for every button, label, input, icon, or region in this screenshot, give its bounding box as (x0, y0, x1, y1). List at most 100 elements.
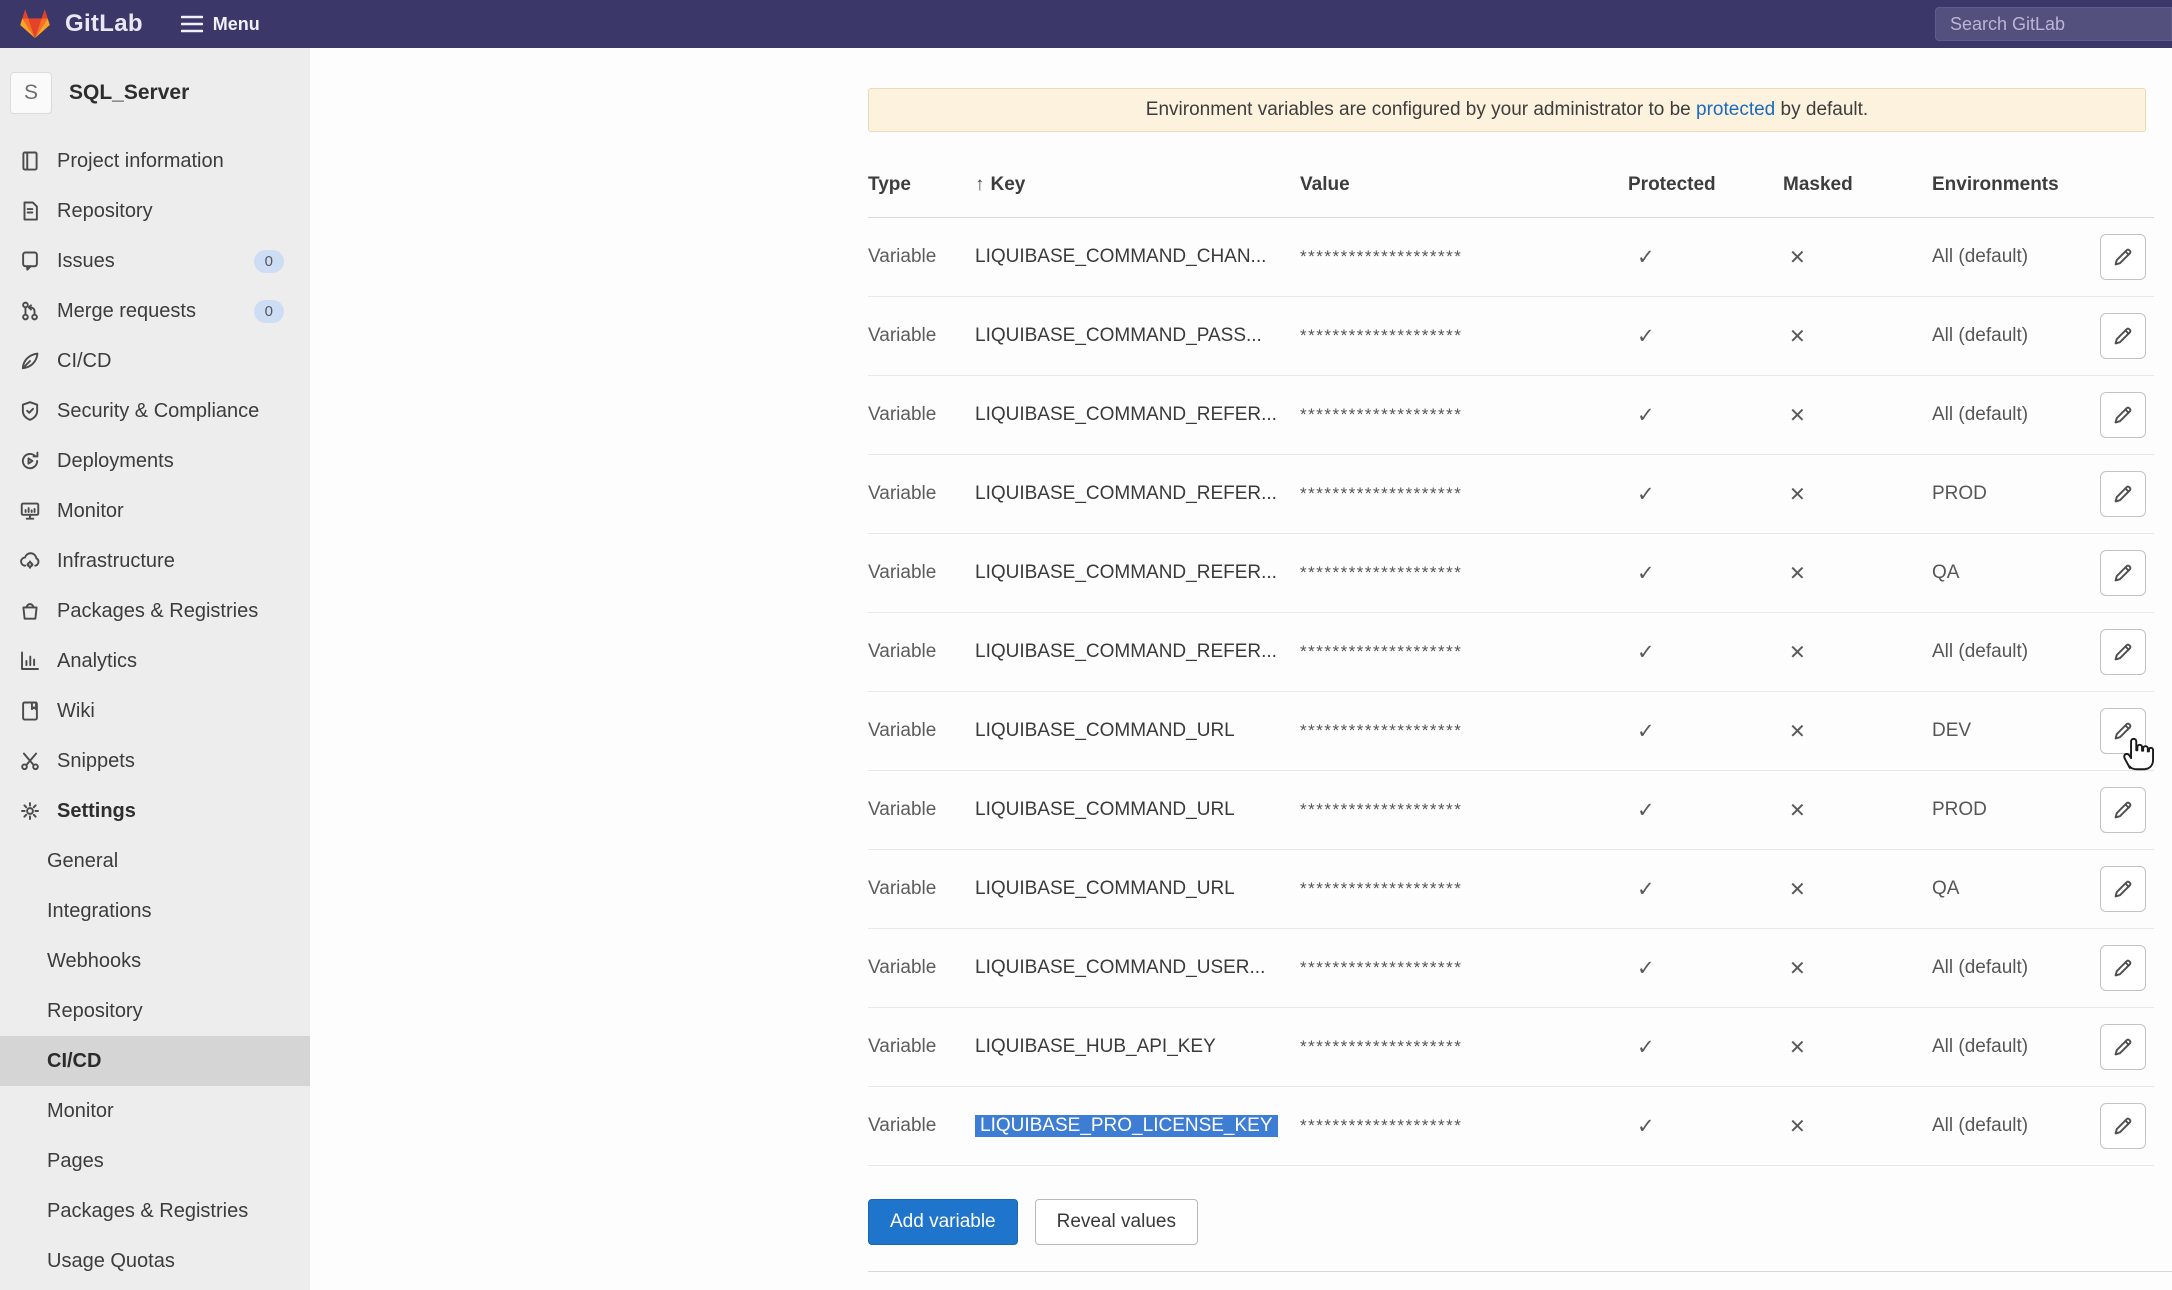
cell-environments: QA (1932, 878, 2100, 900)
cell-type: Variable (868, 957, 975, 979)
banner-text-after: by default. (1781, 99, 1869, 121)
sidebar-item-deployments[interactable]: Deployments (0, 436, 310, 486)
variable-row: Variable LIQUIBASE_COMMAND_CHAN... *****… (868, 218, 2154, 297)
table-actions: Add variable Reveal values (868, 1199, 1198, 1245)
sidebar-item-repository[interactable]: Repository (0, 186, 310, 236)
brand-title: GitLab (65, 10, 143, 38)
cell-type: Variable (868, 720, 975, 742)
analytics-icon (19, 650, 41, 672)
protected-check-icon: ✓ (1628, 798, 1783, 823)
edit-variable-button[interactable] (2100, 234, 2146, 280)
menu-button[interactable]: Menu (181, 14, 260, 35)
cell-key[interactable]: LIQUIBASE_COMMAND_REFER... (975, 641, 1300, 663)
cell-key[interactable]: LIQUIBASE_COMMAND_URL (975, 878, 1300, 900)
table-body: Variable LIQUIBASE_COMMAND_CHAN... *****… (868, 218, 2154, 1166)
cell-environments: All (default) (1932, 957, 2100, 979)
masked-cross-icon: ✕ (1783, 1114, 1932, 1139)
sidebar-item-analytics[interactable]: Analytics (0, 636, 310, 686)
masked-cross-icon: ✕ (1783, 877, 1932, 902)
cell-key[interactable]: LIQUIBASE_COMMAND_CHAN... (975, 246, 1300, 268)
sidebar-item-packages-registries[interactable]: Packages & Registries (0, 586, 310, 636)
cell-masked-value: ******************** (1300, 800, 1628, 820)
settings-subitem-monitor[interactable]: Monitor (0, 1086, 310, 1136)
variable-row: Variable LIQUIBASE_COMMAND_REFER... ****… (868, 376, 2154, 455)
edit-variable-button[interactable] (2100, 471, 2146, 517)
cell-key[interactable]: LIQUIBASE_COMMAND_REFER... (975, 404, 1300, 426)
variable-row: Variable LIQUIBASE_COMMAND_REFER... ****… (868, 613, 2154, 692)
cell-masked-value: ******************** (1300, 642, 1628, 662)
sidebar-item-monitor[interactable]: Monitor (0, 486, 310, 536)
add-variable-button[interactable]: Add variable (868, 1199, 1018, 1245)
masked-cross-icon: ✕ (1783, 719, 1932, 744)
settings-subitem-packages-registries[interactable]: Packages & Registries (0, 1186, 310, 1236)
cell-key[interactable]: LIQUIBASE_COMMAND_REFER... (975, 562, 1300, 584)
variable-row: Variable LIQUIBASE_COMMAND_USER... *****… (868, 929, 2154, 1008)
infrastructure-icon (19, 550, 41, 572)
packages-icon (19, 600, 41, 622)
sidebar-nav-list: Project information Repository Issues 0 … (0, 136, 310, 836)
pencil-icon (2112, 562, 2134, 584)
search-input[interactable] (1935, 7, 2172, 41)
sidebar-item-settings[interactable]: Settings (0, 786, 310, 836)
edit-variable-button[interactable] (2100, 866, 2146, 912)
gitlab-brand[interactable]: GitLab (18, 8, 143, 40)
protected-check-icon: ✓ (1628, 482, 1783, 507)
masked-cross-icon: ✕ (1783, 482, 1932, 507)
cell-key[interactable]: LIQUIBASE_COMMAND_URL (975, 799, 1300, 821)
edit-variable-button[interactable] (2100, 313, 2146, 359)
cell-type: Variable (868, 404, 975, 426)
protected-check-icon: ✓ (1628, 1114, 1783, 1139)
sidebar-item-project-information[interactable]: Project information (0, 136, 310, 186)
settings-subitem-general[interactable]: General (0, 836, 310, 886)
edit-variable-button[interactable] (2100, 787, 2146, 833)
edit-variable-button[interactable] (2100, 1024, 2146, 1070)
edit-variable-button[interactable] (2100, 550, 2146, 596)
sidebar-item-infrastructure[interactable]: Infrastructure (0, 536, 310, 586)
security-icon (19, 400, 41, 422)
protected-check-icon: ✓ (1628, 877, 1783, 902)
col-environments: Environments (1932, 174, 2100, 196)
settings-subitem-integrations[interactable]: Integrations (0, 886, 310, 936)
col-key[interactable]: ↑Key (975, 174, 1300, 196)
cell-key[interactable]: LIQUIBASE_HUB_API_KEY (975, 1036, 1300, 1058)
cell-key[interactable]: LIQUIBASE_COMMAND_URL (975, 720, 1300, 742)
edit-variable-button[interactable] (2100, 945, 2146, 991)
settings-subitem-pages[interactable]: Pages (0, 1136, 310, 1186)
cell-environments: All (default) (1932, 404, 2100, 426)
protected-check-icon: ✓ (1628, 245, 1783, 270)
reveal-values-button[interactable]: Reveal values (1035, 1199, 1198, 1245)
cell-masked-value: ******************** (1300, 563, 1628, 583)
cell-environments: PROD (1932, 799, 2100, 821)
protected-link[interactable]: protected (1696, 99, 1775, 121)
protected-check-icon: ✓ (1628, 640, 1783, 665)
settings-subitem-webhooks[interactable]: Webhooks (0, 936, 310, 986)
variable-row: Variable LIQUIBASE_COMMAND_URL *********… (868, 850, 2154, 929)
variable-row: Variable LIQUIBASE_COMMAND_URL *********… (868, 692, 2154, 771)
pencil-icon (2112, 641, 2134, 663)
cell-key[interactable]: LIQUIBASE_COMMAND_USER... (975, 957, 1300, 979)
sidebar-item-issues[interactable]: Issues 0 (0, 236, 310, 286)
edit-variable-button[interactable] (2100, 629, 2146, 675)
project-header[interactable]: S SQL_Server (0, 48, 310, 136)
sidebar-item-security-compliance[interactable]: Security & Compliance (0, 386, 310, 436)
edit-variable-button[interactable] (2100, 708, 2146, 754)
variables-table: Type ↑Key Value Protected Masked Environ… (868, 152, 2154, 1166)
cell-key[interactable]: LIQUIBASE_COMMAND_REFER... (975, 483, 1300, 505)
cell-key[interactable]: LIQUIBASE_COMMAND_PASS... (975, 325, 1300, 347)
edit-variable-button[interactable] (2100, 392, 2146, 438)
settings-subitem-usage-quotas[interactable]: Usage Quotas (0, 1236, 310, 1286)
cell-masked-value: ******************** (1300, 405, 1628, 425)
sidebar-item-ci-cd[interactable]: CI/CD (0, 336, 310, 386)
cell-key[interactable]: LIQUIBASE_PRO_LICENSE_KEY (975, 1115, 1300, 1137)
cell-masked-value: ******************** (1300, 484, 1628, 504)
edit-variable-button[interactable] (2100, 1103, 2146, 1149)
sidebar-item-wiki[interactable]: Wiki (0, 686, 310, 736)
settings-subitem-repository[interactable]: Repository (0, 986, 310, 1036)
settings-subitem-ci-cd[interactable]: CI/CD (0, 1036, 310, 1086)
sidebar-item-snippets[interactable]: Snippets (0, 736, 310, 786)
variable-row: Variable LIQUIBASE_PRO_LICENSE_KEY *****… (868, 1087, 2154, 1166)
repository-icon (19, 200, 41, 222)
protected-check-icon: ✓ (1628, 324, 1783, 349)
monitor-icon (19, 500, 41, 522)
sidebar-item-merge-requests[interactable]: Merge requests 0 (0, 286, 310, 336)
